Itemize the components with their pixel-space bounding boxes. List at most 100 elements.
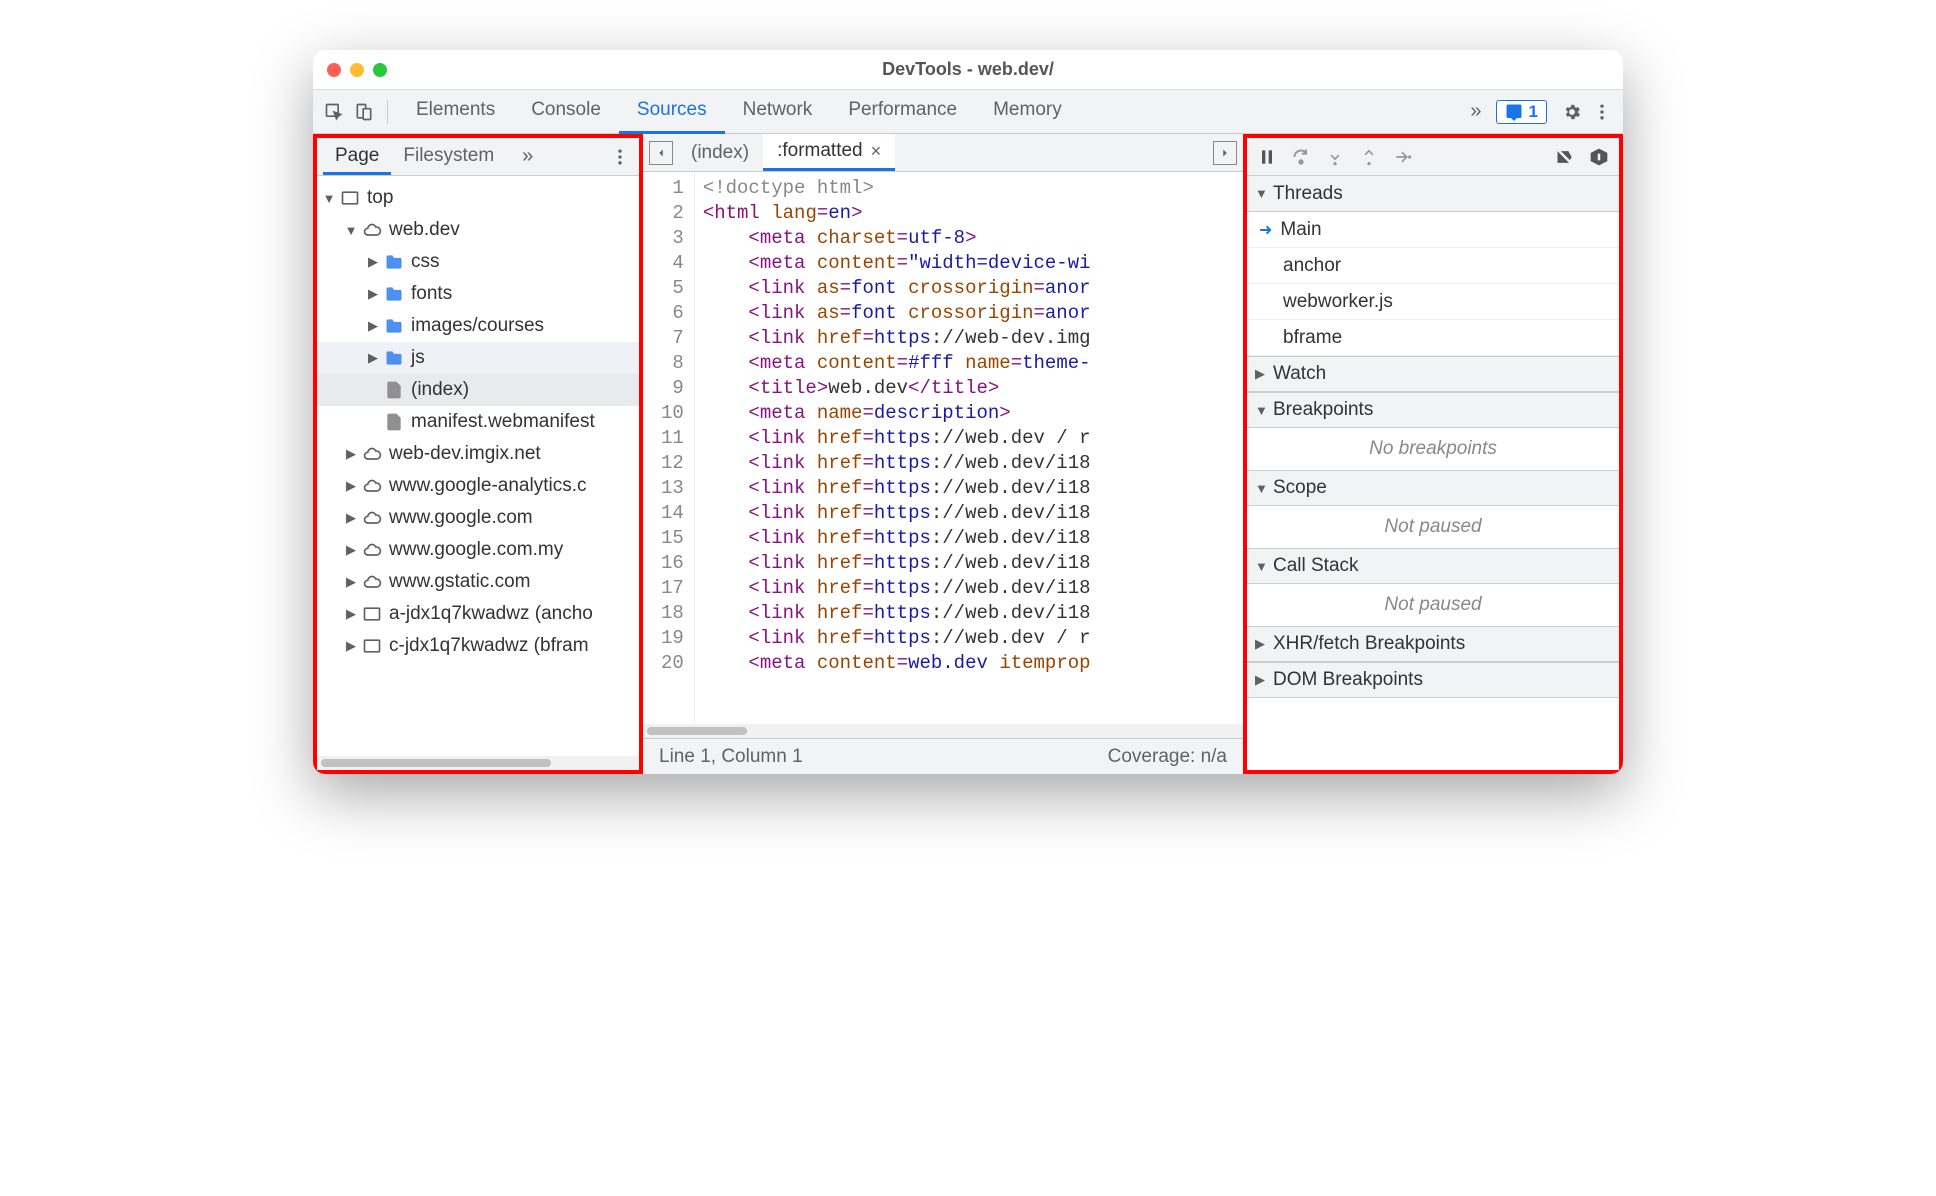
inspect-element-icon[interactable] xyxy=(321,99,347,125)
navigator-tab-page[interactable]: Page xyxy=(323,138,391,175)
code-content[interactable]: <!doctype html><html lang=en> <meta char… xyxy=(695,172,1243,724)
tree-item[interactable]: ▼web.dev xyxy=(317,214,639,246)
close-tab-icon[interactable]: × xyxy=(871,141,882,162)
separator xyxy=(387,100,388,124)
section-title: Scope xyxy=(1273,477,1327,499)
debugger-sections: ▼Threads➜Mainanchor webworker.js bframe▶Wa… xyxy=(1247,176,1619,770)
editor-hscrollbar[interactable] xyxy=(643,724,1243,738)
file-icon xyxy=(383,411,405,433)
section-title: Call Stack xyxy=(1273,555,1359,577)
section-message: Not paused xyxy=(1247,584,1619,626)
chevron-down-icon[interactable]: ▼ xyxy=(343,223,359,238)
thread-item[interactable]: ➜Main xyxy=(1247,212,1619,248)
chevron-right-icon[interactable]: ▶ xyxy=(365,350,381,366)
tree-item[interactable]: ▶ www.google.com xyxy=(317,502,639,534)
tree-item[interactable]: ▶web-dev.imgix.net xyxy=(317,438,639,470)
panel-tab-sources[interactable]: Sources xyxy=(619,89,725,134)
tree-item[interactable]: ▶ www.google-analytics.c xyxy=(317,470,639,502)
section-header-threads[interactable]: ▼Threads xyxy=(1247,176,1619,212)
frame-icon xyxy=(339,187,361,209)
section-header-breakpoints[interactable]: ▼Breakpoints xyxy=(1247,392,1619,428)
editor-status-bar: Line 1, Column 1 Coverage: n/a xyxy=(643,738,1243,774)
tree-item[interactable]: ▶fonts xyxy=(317,278,639,310)
thread-label: webworker.js xyxy=(1283,291,1393,313)
chevron-down-icon[interactable]: ▼ xyxy=(321,191,337,206)
settings-gear-icon[interactable] xyxy=(1559,99,1585,125)
more-tabs-chevron-icon[interactable]: » xyxy=(1460,100,1491,123)
chevron-right-icon[interactable]: ▶ xyxy=(365,286,381,302)
step-icon[interactable] xyxy=(1389,143,1417,171)
tree-item[interactable]: ▶www.google.com.my xyxy=(317,534,639,566)
more-menu-dots-icon[interactable] xyxy=(1589,99,1615,125)
tree-item[interactable]: ▼ top xyxy=(317,182,639,214)
panel-tab-memory[interactable]: Memory xyxy=(975,89,1080,134)
issues-badge[interactable]: 1 xyxy=(1496,100,1547,124)
tree-item[interactable]: manifest.webmanifest xyxy=(317,406,639,438)
panel-tab-console[interactable]: Console xyxy=(513,89,619,134)
cloud-icon xyxy=(361,571,383,593)
editor-prev-icon[interactable] xyxy=(649,141,673,165)
editor-tab[interactable]: (index) xyxy=(677,134,763,171)
cloud-icon xyxy=(361,443,383,465)
tree-item-label: www.google-analytics.c xyxy=(389,475,586,497)
section-header-dom-breakpoints[interactable]: ▶DOM Breakpoints xyxy=(1247,662,1619,698)
folder-icon xyxy=(383,347,405,369)
section-header-call-stack[interactable]: ▼Call Stack xyxy=(1247,548,1619,584)
thread-item[interactable]: anchor xyxy=(1247,248,1619,284)
tree-item[interactable]: ▶c-jdx1q7kwadwz (bfram xyxy=(317,630,639,662)
step-over-icon[interactable] xyxy=(1287,143,1315,171)
chevron-right-icon[interactable]: ▶ xyxy=(365,318,381,334)
code-editor[interactable]: 1234567891011121314151617181920 <!doctyp… xyxy=(643,172,1243,724)
section-title: XHR/fetch Breakpoints xyxy=(1273,633,1465,655)
tree-item[interactable]: ▶js xyxy=(317,342,639,374)
section-header-watch[interactable]: ▶Watch xyxy=(1247,356,1619,392)
deactivate-breakpoints-icon[interactable] xyxy=(1551,143,1579,171)
tree-item-label: top xyxy=(367,187,393,209)
editor-tabs: (index):formatted× xyxy=(643,134,1243,172)
section-body: No breakpoints xyxy=(1247,428,1619,470)
tree-item[interactable]: ▶ www.gstatic.com xyxy=(317,566,639,598)
tree-item-label: manifest.webmanifest xyxy=(411,411,595,433)
navigator-tab-filesystem[interactable]: Filesystem xyxy=(391,138,506,175)
chevron-right-icon[interactable]: ▶ xyxy=(343,510,359,526)
panel-tab-network[interactable]: Network xyxy=(725,89,831,134)
editor-next-icon[interactable] xyxy=(1213,141,1237,165)
step-into-icon[interactable] xyxy=(1321,143,1349,171)
chevron-right-icon[interactable]: ▶ xyxy=(343,478,359,494)
cloud-icon xyxy=(361,475,383,497)
panel-tab-elements[interactable]: Elements xyxy=(398,89,513,134)
section-header-xhr-fetch-breakpoints[interactable]: ▶XHR/fetch Breakpoints xyxy=(1247,626,1619,662)
thread-item[interactable]: webworker.js xyxy=(1247,284,1619,320)
chevron-right-icon[interactable]: ▶ xyxy=(343,574,359,590)
navigator-more-chevron-icon[interactable]: » xyxy=(512,145,543,168)
pause-icon[interactable] xyxy=(1253,143,1281,171)
navigator-tabs: PageFilesystem » xyxy=(317,138,639,176)
chevron-right-icon[interactable]: ▶ xyxy=(343,638,359,654)
chevron-right-icon[interactable]: ▶ xyxy=(343,606,359,622)
navigator-hscrollbar[interactable] xyxy=(317,756,639,770)
section-header-scope[interactable]: ▼Scope xyxy=(1247,470,1619,506)
current-thread-arrow-icon: ➜ xyxy=(1259,220,1272,240)
tree-item-label: www.google.com xyxy=(389,507,533,529)
tree-item-label: (index) xyxy=(411,379,469,401)
tree-item[interactable]: ▶a-jdx1q7kwadwz (ancho xyxy=(317,598,639,630)
navigator-menu-dots-icon[interactable] xyxy=(607,144,633,170)
file-tree[interactable]: ▼ top ▼web.dev▶css▶fonts▶images/courses▶js… xyxy=(317,176,639,756)
panel-tab-performance[interactable]: Performance xyxy=(830,89,975,134)
tree-item[interactable]: (index) xyxy=(317,374,639,406)
chevron-right-icon: ▶ xyxy=(1255,366,1269,382)
chevron-right-icon[interactable]: ▶ xyxy=(343,446,359,462)
main-content: PageFilesystem » ▼top▼web.dev▶css▶fonts▶… xyxy=(313,134,1623,774)
tree-item[interactable]: ▶images/courses xyxy=(317,310,639,342)
editor-tab[interactable]: :formatted× xyxy=(763,134,895,171)
step-out-icon[interactable] xyxy=(1355,143,1383,171)
chevron-right-icon[interactable]: ▶ xyxy=(343,542,359,558)
frame-icon xyxy=(361,603,383,625)
coverage-status: Coverage: n/a xyxy=(1108,746,1227,768)
thread-item[interactable]: bframe xyxy=(1247,320,1619,356)
tree-item[interactable]: ▶css xyxy=(317,246,639,278)
chevron-right-icon[interactable]: ▶ xyxy=(365,254,381,270)
device-toolbar-icon[interactable] xyxy=(351,99,377,125)
pause-on-exceptions-icon[interactable] xyxy=(1585,143,1613,171)
tree-item-label: www.gstatic.com xyxy=(389,571,530,593)
